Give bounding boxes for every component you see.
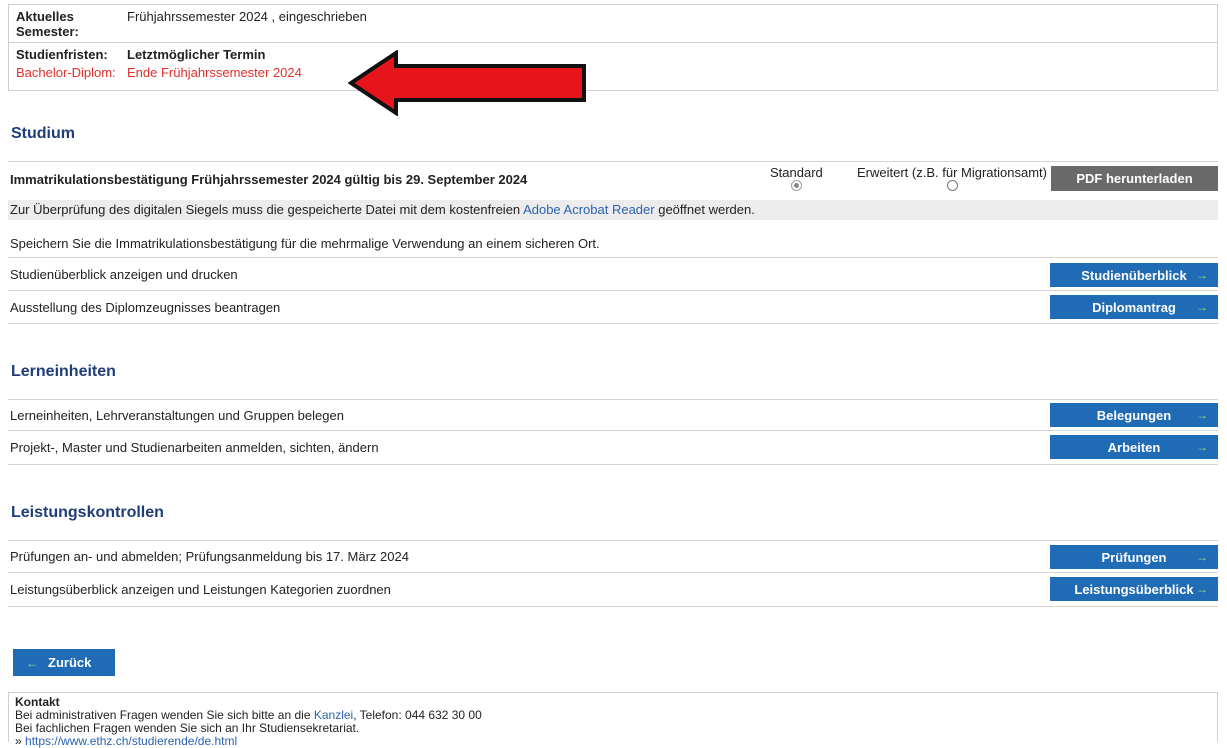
diplomantrag-text: Ausstellung des Diplomzeugnisses beantra… [10, 299, 281, 315]
semester-label: Aktuelles Semester: [16, 9, 79, 39]
list-item: Studienüberblick anzeigen und drucken St… [8, 259, 1218, 291]
contact-admin-prefix: Bei administrativen Fragen wenden Sie si… [15, 708, 314, 722]
studienueberblick-text: Studienüberblick anzeigen und drucken [10, 267, 238, 282]
note-prefix: Zur Überprüfung des digitalen Siegels mu… [10, 202, 524, 217]
belegungen-text: Lerneinheiten, Lehrveranstaltungen und G… [10, 407, 344, 423]
pruefungen-text: Prüfungen an- und abmelden; Prüfungsanme… [10, 549, 409, 564]
semester-row: Aktuelles Semester: Frühjahrssemester 20… [9, 5, 1217, 42]
arrow-left-icon: ← [26, 655, 38, 670]
deadlines-row: Studienfristen: Letztmöglicher Termin Ba… [9, 42, 1217, 90]
fristen-value: Letztmöglicher Termin [127, 47, 266, 62]
studienueberblick-button[interactable]: Studienüberblick → [1050, 263, 1218, 287]
url-bullet: » [15, 734, 26, 748]
extended-label: Erweitert (z.B. für Migrationsamt) [857, 165, 1047, 180]
button-label: Studienüberblick [1081, 267, 1187, 283]
arrow-right-icon: → [1196, 550, 1208, 564]
list-item: Projekt-, Master und Studienarbeiten anm… [8, 431, 1218, 465]
save-note-row: Speichern Sie die Immatrikulationsbestät… [8, 230, 1218, 258]
arrow-right-icon: → [1196, 268, 1208, 282]
section-title-lerneinheiten: Lerneinheiten [11, 363, 116, 380]
fristen-label: Studienfristen: [16, 47, 108, 62]
semester-value: Frühjahrssemester 2024 , eingeschrieben [127, 9, 367, 24]
arrow-right-icon: → [1196, 440, 1208, 454]
note-suffix: geöffnet werden. [654, 202, 755, 217]
belegungen-button[interactable]: Belegungen → [1050, 403, 1218, 427]
standard-option[interactable]: Standard [770, 166, 823, 194]
extended-radio[interactable] [946, 180, 958, 191]
red-arrow-annotation [348, 50, 586, 116]
contact-box: Kontakt Bei administrativen Fragen wende… [8, 692, 1218, 748]
pruefungen-button[interactable]: Prüfungen → [1050, 545, 1218, 569]
kanzlei-link[interactable]: Kanzlei [314, 708, 353, 722]
list-item: Prüfungen an- und abmelden; Prüfungsanme… [8, 540, 1218, 573]
diplom-label: Bachelor-Diplom: [16, 65, 116, 80]
list-item: Lerneinheiten, Lehrveranstaltungen und G… [8, 399, 1218, 431]
arbeiten-text: Projekt-, Master und Studienarbeiten anm… [10, 440, 379, 455]
diplom-deadline: Ende Frühjahrssemester 2024 [127, 65, 302, 80]
acrobat-reader-link[interactable]: Adobe Acrobat Reader [523, 202, 655, 217]
button-label: Belegungen [1096, 407, 1172, 423]
standard-label: Standard [770, 165, 823, 180]
button-label: Leistungsüberblick [1074, 581, 1194, 597]
back-button[interactable]: ← Zurück [13, 649, 115, 676]
contact-phone: , Telefon: 044 632 30 00 [353, 708, 482, 722]
arrow-right-icon: → [1196, 408, 1208, 422]
acrobat-note: Zur Überprüfung des digitalen Siegels mu… [8, 200, 1218, 220]
diplomantrag-button[interactable]: Diplomantrag → [1050, 295, 1218, 319]
arrow-right-icon: → [1196, 582, 1208, 596]
list-item: Ausstellung des Diplomzeugnisses beantra… [8, 291, 1218, 324]
section-title-studium: Studium [11, 125, 75, 142]
studierende-url-link[interactable]: https://www.ethz.ch/studierende/de.html [25, 734, 237, 748]
standard-radio[interactable] [790, 180, 802, 191]
back-label: Zurück [48, 655, 92, 670]
button-label: Diplomantrag [1092, 299, 1176, 315]
semester-info-box: Aktuelles Semester: Frühjahrssemester 20… [8, 4, 1218, 91]
arbeiten-button[interactable]: Arbeiten → [1050, 435, 1218, 459]
section-title-leistungskontrollen: Leistungskontrollen [11, 504, 164, 521]
arrow-right-icon: → [1196, 300, 1208, 314]
leistungsueberblick-text: Leistungsüberblick anzeigen und Leistung… [10, 582, 391, 597]
leistungsueberblick-button[interactable]: Leistungsüberblick → [1050, 577, 1218, 601]
extended-option[interactable]: Erweitert (z.B. für Migrationsamt) [857, 166, 1047, 194]
button-label: Arbeiten [1107, 439, 1161, 455]
list-item: Leistungsüberblick anzeigen und Leistung… [8, 573, 1218, 607]
pdf-download-button[interactable]: PDF herunterladen [1051, 166, 1218, 191]
save-note: Speichern Sie die Immatrikulationsbestät… [10, 236, 600, 251]
button-label: Prüfungen [1101, 549, 1167, 565]
